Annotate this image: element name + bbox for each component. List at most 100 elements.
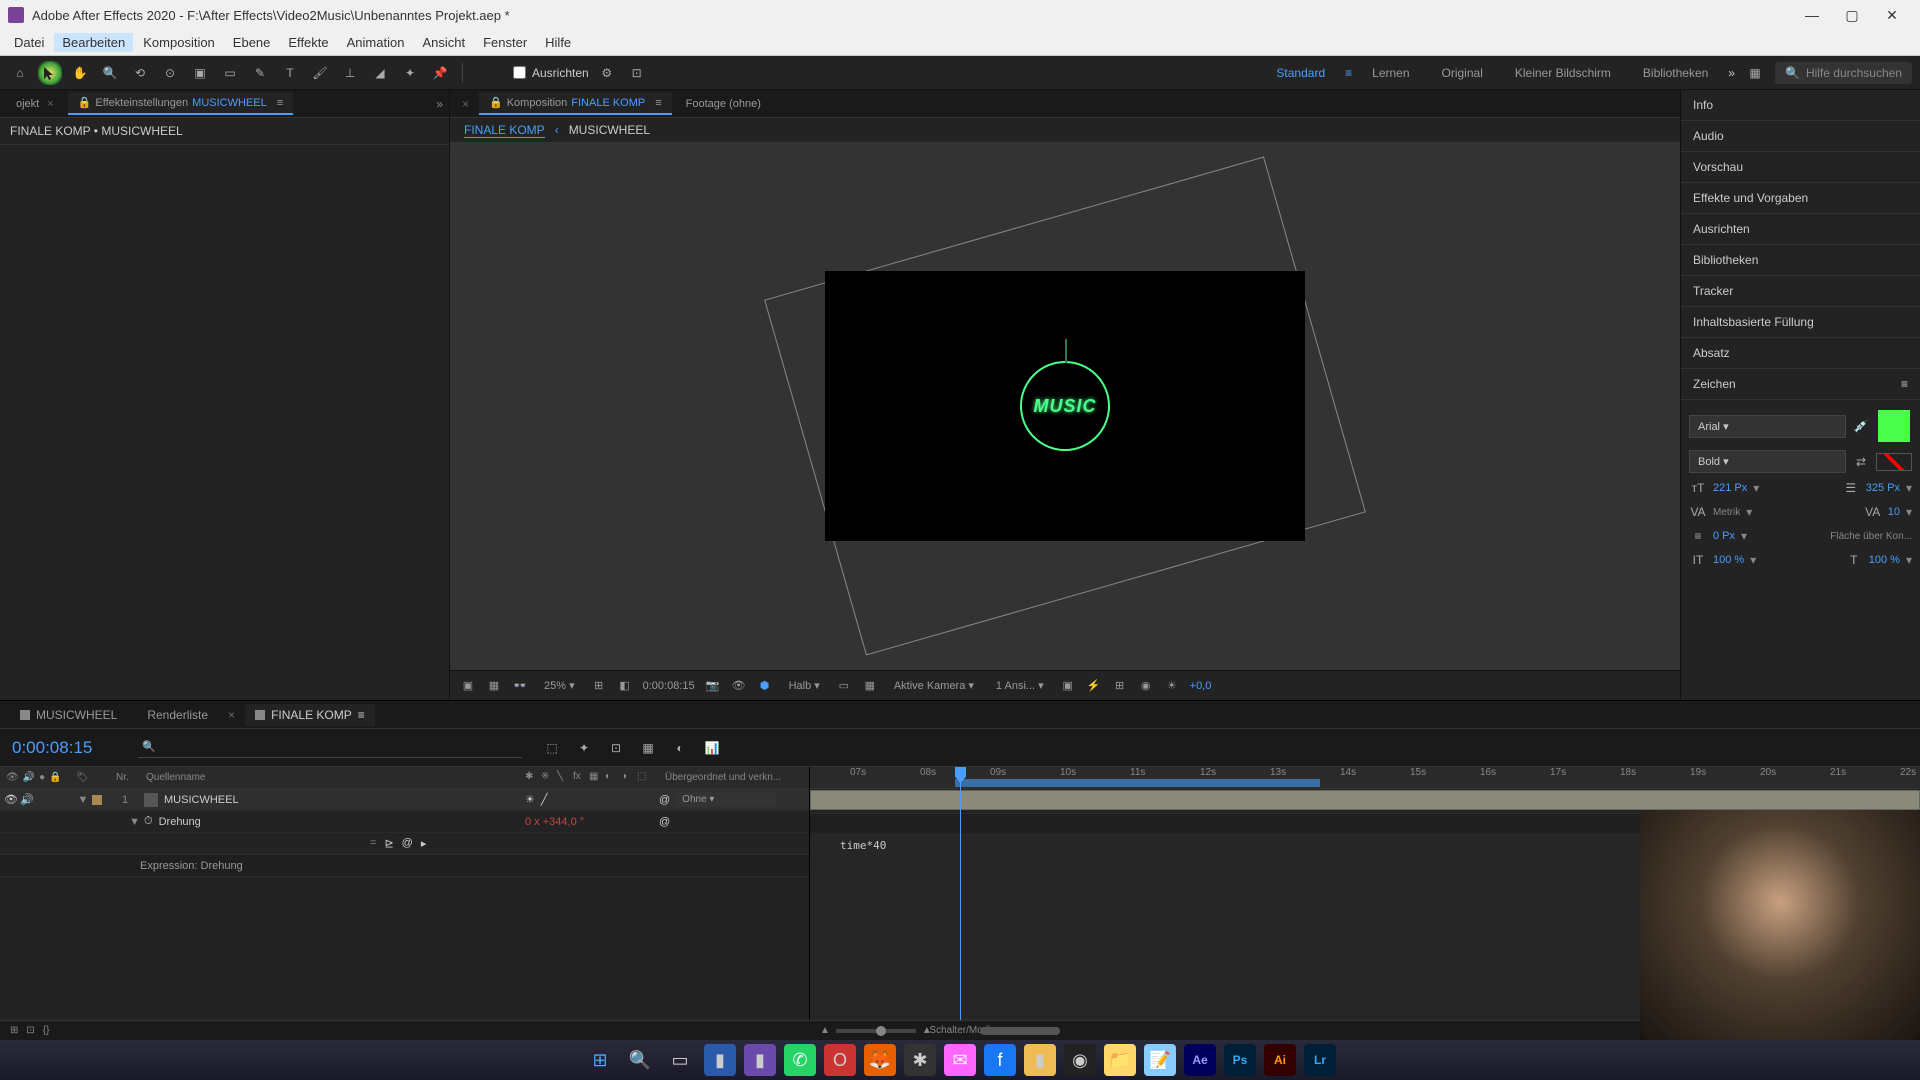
selection-tool-icon[interactable] — [38, 61, 62, 85]
text-tool-icon[interactable]: T — [278, 61, 302, 85]
menu-ansicht[interactable]: Ansicht — [414, 33, 473, 52]
facebook-icon[interactable]: f — [984, 1044, 1016, 1076]
flowchart-icon[interactable]: ◉ — [1138, 678, 1154, 694]
zoom-out-icon[interactable]: ▲ — [820, 1025, 830, 1036]
video-column-icon[interactable]: 👁 — [6, 772, 19, 783]
footage-tab[interactable]: Footage (ohne) — [676, 94, 771, 114]
expand-arrow-icon[interactable]: ▼ — [129, 816, 140, 828]
layer-name-text[interactable]: MUSICWHEEL — [164, 794, 239, 806]
fast-preview-icon[interactable]: ⚡ — [1086, 678, 1102, 694]
panel-toggle-icon[interactable]: ▦ — [1743, 61, 1767, 85]
workspace-bibliotheken[interactable]: Bibliotheken — [1631, 62, 1720, 84]
snap-options-icon[interactable]: ⚙ — [595, 61, 619, 85]
roto-tool-icon[interactable]: ✦ — [398, 61, 422, 85]
preview-panel-header[interactable]: Vorschau — [1681, 152, 1920, 183]
align-panel-header[interactable]: Ausrichten — [1681, 214, 1920, 245]
snap-checkbox[interactable] — [513, 66, 526, 79]
character-panel-header[interactable]: Zeichen ≡ — [1681, 369, 1920, 400]
zoom-dropdown[interactable]: 25% ▾ — [538, 677, 581, 694]
expand-arrow-icon[interactable]: ▼ — [78, 794, 89, 806]
taskbar-app-7[interactable]: ▮ — [1024, 1044, 1056, 1076]
transparency-icon[interactable]: ▦ — [862, 678, 878, 694]
collapse-icon[interactable]: ※ — [541, 771, 555, 785]
layer-row-1[interactable]: 👁 🔊 ▼ 1 MUSICWHEEL ☀ ╱ @ O — [0, 789, 809, 811]
menu-bearbeiten[interactable]: Bearbeiten — [54, 33, 133, 52]
photoshop-icon[interactable]: Ps — [1224, 1044, 1256, 1076]
pixel-aspect-icon[interactable]: ▣ — [1060, 678, 1076, 694]
tracker-panel-header[interactable]: Tracker — [1681, 276, 1920, 307]
glasses-icon[interactable]: 👓 — [512, 678, 528, 694]
toggle-brackets-icon[interactable]: {} — [43, 1025, 50, 1036]
taskbar-app-1[interactable]: ▮ — [704, 1044, 736, 1076]
eraser-tool-icon[interactable]: ◢ — [368, 61, 392, 85]
firefox-icon[interactable]: 🦊 — [864, 1044, 896, 1076]
project-tab[interactable]: ojekt× — [6, 94, 64, 114]
panel-menu-icon[interactable]: ≡ — [649, 97, 661, 109]
rotation-degrees[interactable]: +344,0 — [543, 816, 577, 828]
rotate-tool-icon[interactable]: ⊙ — [158, 61, 182, 85]
grid-icon[interactable]: ⊞ — [591, 678, 607, 694]
menu-hilfe[interactable]: Hilfe — [537, 33, 579, 52]
layer-bar[interactable] — [810, 790, 1920, 810]
rotation-property-row[interactable]: ▼ ⏱ Drehung 0 x +344,0 ° @ — [0, 811, 809, 833]
start-button[interactable]: ⊞ — [584, 1044, 616, 1076]
menu-animation[interactable]: Animation — [339, 33, 413, 52]
motionblur-icon[interactable]: ◐ — [605, 771, 619, 785]
menu-ebene[interactable]: Ebene — [225, 33, 279, 52]
swap-colors-icon[interactable]: ⇄ — [1852, 453, 1870, 471]
toggle-modes-icon[interactable]: ⊡ — [26, 1025, 34, 1036]
libraries-panel-header[interactable]: Bibliotheken — [1681, 245, 1920, 276]
label-color[interactable] — [92, 795, 102, 805]
frame-blend-icon[interactable]: ▦ — [636, 736, 660, 760]
workspace-kleiner[interactable]: Kleiner Bildschirm — [1503, 62, 1623, 84]
label-column-icon[interactable]: 🏷 — [76, 772, 89, 783]
kerning-value[interactable]: Metrik — [1713, 507, 1740, 518]
video-toggle-icon[interactable]: 👁 — [4, 793, 18, 806]
close-tab-icon[interactable]: × — [228, 708, 235, 722]
parent-pickwhip-icon[interactable]: @ — [659, 794, 670, 806]
timeline-icon[interactable]: ⊞ — [1112, 678, 1128, 694]
resolution-dropdown[interactable]: Halb ▾ — [783, 677, 826, 694]
views-dropdown[interactable]: 1 Ansi... ▾ — [990, 677, 1050, 694]
tracking-value[interactable]: 10 — [1888, 506, 1900, 518]
overflow-icon[interactable]: » — [436, 97, 443, 111]
illustrator-icon[interactable]: Ai — [1264, 1044, 1296, 1076]
frameblend-icon[interactable]: ▦ — [589, 771, 603, 785]
snap-extend-icon[interactable]: ⊡ — [625, 61, 649, 85]
obs-icon[interactable]: ◉ — [1064, 1044, 1096, 1076]
after-effects-icon[interactable]: Ae — [1184, 1044, 1216, 1076]
home-tool-icon[interactable]: ⌂ — [8, 61, 32, 85]
timeline-tab-renderliste[interactable]: Renderliste — [137, 704, 218, 726]
fx-icon[interactable]: fx — [573, 771, 587, 785]
effects-presets-panel-header[interactable]: Effekte und Vorgaben — [1681, 183, 1920, 214]
font-size-value[interactable]: 221 Px — [1713, 482, 1747, 494]
reset-exposure-icon[interactable]: ☀ — [1164, 678, 1180, 694]
task-view-icon[interactable]: ▭ — [664, 1044, 696, 1076]
panel-menu-icon[interactable]: ≡ — [1901, 377, 1908, 391]
font-family-dropdown[interactable]: Arial ▾ — [1689, 415, 1846, 438]
orbit-tool-icon[interactable]: ⟲ — [128, 61, 152, 85]
flowchart-musicwheel[interactable]: MUSICWHEEL — [569, 123, 650, 137]
composition-tab[interactable]: 🔒 Komposition FINALE KOMP ≡ — [479, 92, 672, 115]
taskbar-app-5[interactable]: ✱ — [904, 1044, 936, 1076]
current-time-display[interactable]: 0:00:08:15 — [0, 738, 130, 758]
expression-language-icon[interactable]: ▸ — [421, 837, 427, 850]
color-mgmt-icon[interactable]: ⬢ — [757, 678, 773, 694]
workspace-standard[interactable]: Standard — [1264, 62, 1337, 84]
rotation-turns[interactable]: 0 x — [525, 816, 540, 828]
link-pickwhip-icon[interactable]: @ — [659, 816, 670, 828]
flowchart-finale[interactable]: FINALE KOMP — [464, 123, 545, 138]
alpha-icon[interactable]: ▣ — [460, 678, 476, 694]
stroke-width-value[interactable]: 0 Px — [1713, 530, 1735, 542]
timeline-search-input[interactable] — [138, 737, 522, 758]
whatsapp-icon[interactable]: ✆ — [784, 1044, 816, 1076]
panel-menu-icon[interactable]: ≡ — [271, 97, 283, 109]
stopwatch-icon[interactable]: ⏱ — [144, 815, 153, 828]
exposure-value[interactable]: +0,0 — [1190, 680, 1212, 692]
toggle-switches-icon[interactable]: ⊞ — [10, 1025, 18, 1036]
snapshot-icon[interactable]: 📷 — [705, 678, 721, 694]
composition-viewer[interactable]: MUSIC — [450, 142, 1680, 670]
puppet-tool-icon[interactable]: 📌 — [428, 61, 452, 85]
effect-controls-tab[interactable]: 🔒 Effekteinstellungen MUSICWHEEL ≡ — [68, 92, 293, 115]
close-button[interactable]: ✕ — [1872, 0, 1912, 30]
